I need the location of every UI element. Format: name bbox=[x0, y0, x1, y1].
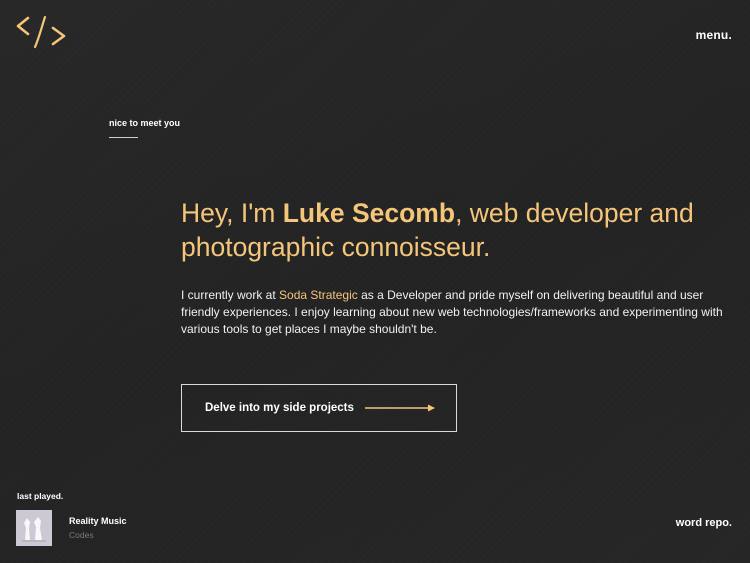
intro-text-before: I currently work at bbox=[181, 288, 280, 302]
code-slash-icon[interactable] bbox=[15, 14, 67, 50]
author-name: Luke Secomb bbox=[282, 198, 456, 228]
company-link[interactable]: Soda Strategic bbox=[279, 288, 358, 302]
arrow-right-icon bbox=[365, 404, 435, 412]
intro-paragraph: I currently work at Soda Strategic as a … bbox=[181, 287, 736, 338]
menu-button[interactable]: menu. bbox=[696, 28, 732, 42]
track-artist: Codes bbox=[69, 530, 94, 540]
section-eyebrow: nice to meet you bbox=[109, 118, 181, 128]
eyebrow-divider bbox=[109, 137, 138, 138]
track-title[interactable]: Reality Music bbox=[69, 516, 127, 526]
side-projects-button[interactable]: Delve into my side projects bbox=[181, 384, 457, 432]
side-projects-button-label: Delve into my side projects bbox=[205, 402, 354, 414]
word-repo-link[interactable]: word repo. bbox=[676, 517, 732, 529]
headline-prefix: Hey, I'm bbox=[181, 198, 283, 228]
last-played-label: last played. bbox=[17, 491, 64, 501]
background-texture bbox=[0, 0, 750, 563]
album-art[interactable] bbox=[16, 510, 52, 546]
hero-headline: Hey, I'm Luke Secomb, web developer and … bbox=[181, 196, 736, 264]
